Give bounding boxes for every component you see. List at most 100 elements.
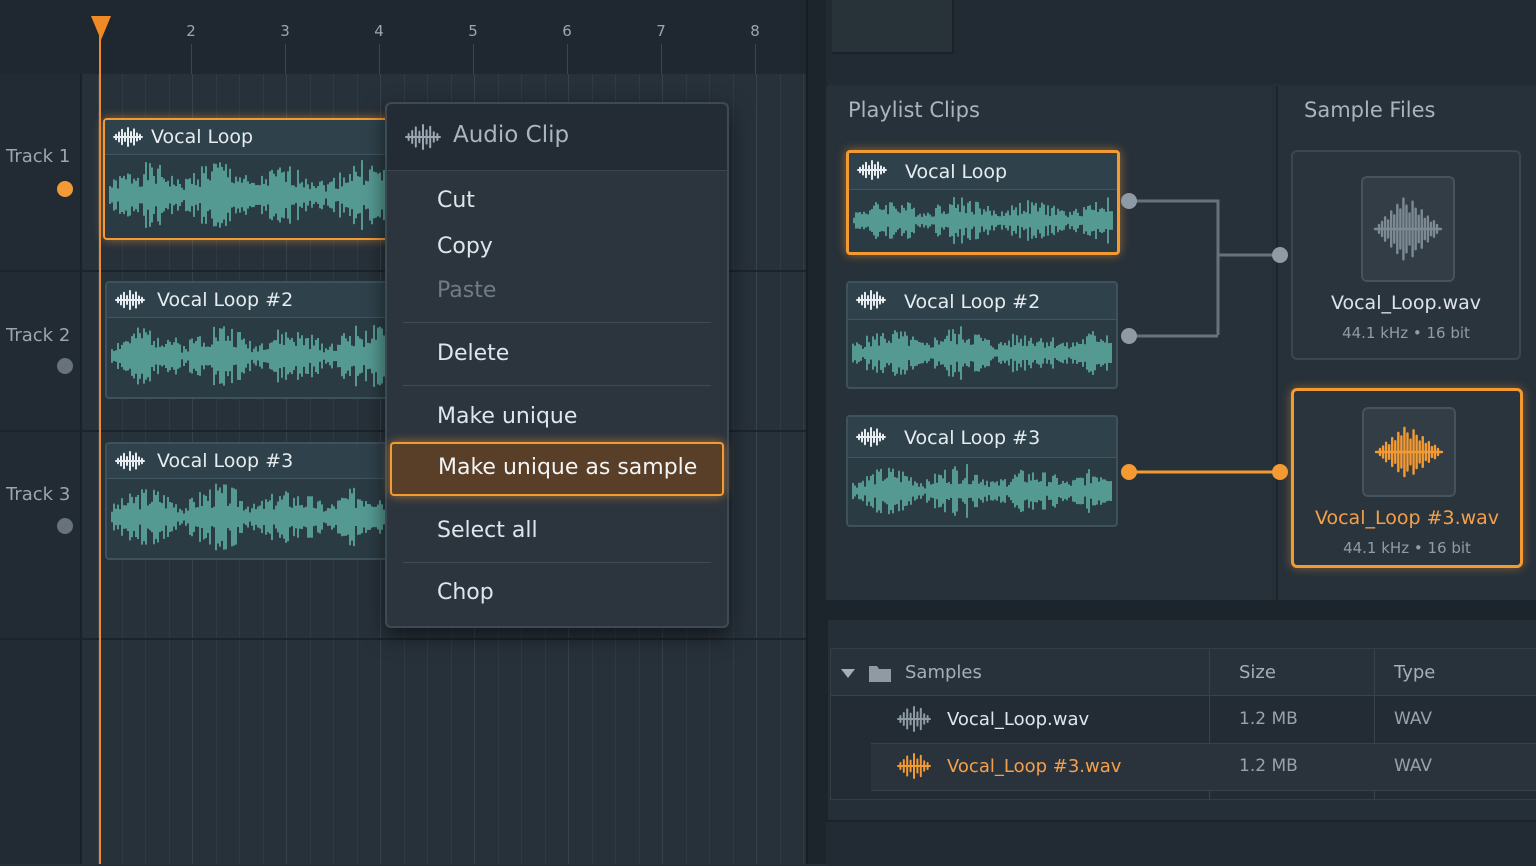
menu-item-label: Cut bbox=[437, 188, 475, 213]
sample-info: 44.1 kHz • 16 bit bbox=[1343, 539, 1471, 557]
ruler-tick-line bbox=[661, 44, 662, 74]
column-header-size[interactable]: Size bbox=[1239, 662, 1276, 683]
waveform-icon bbox=[897, 706, 931, 732]
track-separator bbox=[0, 638, 806, 640]
menu-item-delete[interactable]: Delete bbox=[387, 333, 727, 377]
clip-header bbox=[105, 120, 405, 155]
waveform-icon-path bbox=[856, 427, 886, 447]
menu-separator bbox=[403, 322, 711, 323]
clips-panel-vocal-loop-2[interactable]: Vocal Loop #2 bbox=[846, 281, 1118, 389]
ruler-tick-line bbox=[473, 44, 474, 74]
grid-line bbox=[803, 74, 804, 864]
grid-line bbox=[756, 74, 757, 864]
menu-item-chop[interactable]: Chop bbox=[387, 572, 727, 616]
waveform-icon-path bbox=[113, 127, 143, 147]
ruler-tick-line bbox=[567, 44, 568, 74]
ruler-tick: 5 bbox=[468, 22, 478, 40]
waveform-icon-path bbox=[857, 160, 887, 180]
collapse-arrow-icon[interactable] bbox=[841, 669, 855, 678]
clip-title: Vocal Loop bbox=[151, 126, 254, 148]
clip-waveform bbox=[111, 325, 401, 387]
ruler-tick-line bbox=[191, 44, 192, 74]
sample-card-vocal-loop[interactable]: Vocal_Loop.wav 44.1 kHz • 16 bit bbox=[1291, 150, 1521, 360]
menu-item-label: Copy bbox=[437, 234, 493, 259]
browser-header: Samples Size Type bbox=[831, 649, 1536, 696]
connector-node bbox=[1121, 328, 1137, 344]
track-2-mute-button[interactable] bbox=[57, 358, 73, 374]
clip-title: Vocal Loop #3 bbox=[157, 450, 294, 472]
menu-separator bbox=[403, 385, 711, 386]
file-name: Vocal_Loop #3.wav bbox=[947, 756, 1122, 777]
sample-browser: Samples Size Type Vocal_Loop.wav 1.2 MB … bbox=[830, 648, 1536, 800]
grid-line bbox=[780, 74, 781, 864]
audio-file-icon bbox=[1361, 176, 1455, 282]
ruler-tick: 3 bbox=[280, 22, 290, 40]
menu-item-make-unique[interactable]: Make unique bbox=[387, 396, 727, 440]
waveform-icon-path bbox=[897, 753, 931, 779]
connector-node bbox=[1272, 247, 1288, 263]
waveform-icon bbox=[1374, 426, 1444, 478]
playlist-area[interactable]: 2 3 4 5 6 7 8 Track 1 Track 2 Track 3 Vo… bbox=[0, 0, 806, 864]
sample-info: 44.1 kHz • 16 bit bbox=[1342, 324, 1470, 342]
playlist-clip-vocal-loop-3[interactable]: Vocal Loop #3 bbox=[105, 442, 407, 560]
menu-item-cut[interactable]: Cut bbox=[387, 180, 727, 224]
clip-waveform bbox=[852, 464, 1112, 518]
playlist-clip-vocal-loop[interactable]: Vocal Loop bbox=[103, 118, 407, 240]
menu-item-select-all[interactable]: Select all bbox=[387, 510, 727, 554]
sample-name: Vocal_Loop.wav bbox=[1330, 292, 1482, 314]
file-size: 1.2 MB bbox=[1239, 709, 1298, 729]
context-menu: Audio Clip Cut Copy Paste Delete Make un… bbox=[385, 102, 729, 628]
clips-panel-vocal-loop-3[interactable]: Vocal Loop #3 bbox=[846, 415, 1118, 527]
ruler-tick: 4 bbox=[374, 22, 384, 40]
clip-waveform bbox=[111, 483, 401, 551]
waveform-path bbox=[109, 160, 401, 230]
waveform-icon-path bbox=[1373, 197, 1443, 261]
waveform-icon bbox=[856, 427, 886, 451]
panel-divider[interactable] bbox=[806, 0, 828, 864]
menu-item-copy[interactable]: Copy bbox=[387, 226, 727, 270]
ruler-tick-line bbox=[379, 44, 380, 74]
menu-item-label: Make unique as sample bbox=[438, 455, 698, 480]
playlist-clip-vocal-loop-2[interactable]: Vocal Loop #2 bbox=[105, 281, 407, 399]
waveform-icon-path bbox=[856, 290, 886, 310]
ruler-tick: 7 bbox=[656, 22, 666, 40]
waveform-icon-path bbox=[115, 451, 145, 471]
folder-icon bbox=[869, 666, 891, 682]
audio-file-icon bbox=[1362, 407, 1456, 497]
track-3-mute-button[interactable] bbox=[57, 518, 73, 534]
connector-node bbox=[1272, 464, 1288, 480]
playhead-line[interactable] bbox=[99, 22, 101, 864]
panel-title: Sample Files bbox=[1304, 98, 1436, 122]
track-2-label[interactable]: Track 2 bbox=[6, 325, 70, 346]
waveform-icon bbox=[856, 290, 886, 314]
browser-row-vocal-loop[interactable]: Vocal_Loop.wav 1.2 MB WAV bbox=[871, 697, 1536, 744]
menu-separator bbox=[403, 562, 711, 563]
playhead-marker[interactable] bbox=[91, 16, 111, 40]
panel-separator bbox=[826, 600, 1536, 620]
file-type: WAV bbox=[1394, 756, 1433, 776]
grid-line bbox=[733, 74, 734, 864]
folder-name[interactable]: Samples bbox=[905, 662, 982, 683]
track-1-label[interactable]: Track 1 bbox=[6, 146, 70, 167]
file-type: WAV bbox=[1394, 709, 1433, 729]
ruler-tick: 8 bbox=[750, 22, 760, 40]
context-menu-header: Audio Clip bbox=[387, 104, 727, 171]
browser-row-vocal-loop-3[interactable]: Vocal_Loop #3.wav 1.2 MB WAV bbox=[871, 744, 1536, 791]
column-header-type[interactable]: Type bbox=[1394, 662, 1435, 683]
menu-item-label: Paste bbox=[437, 278, 497, 303]
clips-panel-vocal-loop[interactable]: Vocal Loop bbox=[846, 150, 1120, 255]
toolbar-pane bbox=[832, 0, 954, 54]
panel-title: Playlist Clips bbox=[848, 98, 980, 122]
clip-title: Vocal Loop #2 bbox=[157, 289, 294, 311]
track-1-mute-button[interactable] bbox=[57, 181, 73, 197]
menu-item-paste: Paste bbox=[387, 270, 727, 314]
timeline-ruler[interactable]: 2 3 4 5 6 7 8 bbox=[0, 0, 806, 74]
file-name: Vocal_Loop.wav bbox=[947, 709, 1090, 730]
sample-card-vocal-loop-3[interactable]: Vocal_Loop #3.wav 44.1 kHz • 16 bit bbox=[1291, 388, 1523, 568]
track-3-label[interactable]: Track 3 bbox=[6, 484, 70, 505]
menu-item-make-unique-as-sample[interactable]: Make unique as sample bbox=[390, 442, 724, 496]
file-size: 1.2 MB bbox=[1239, 756, 1298, 776]
clip-waveform bbox=[853, 197, 1113, 244]
connector-grey bbox=[1129, 199, 1280, 338]
waveform-icon bbox=[857, 160, 887, 184]
